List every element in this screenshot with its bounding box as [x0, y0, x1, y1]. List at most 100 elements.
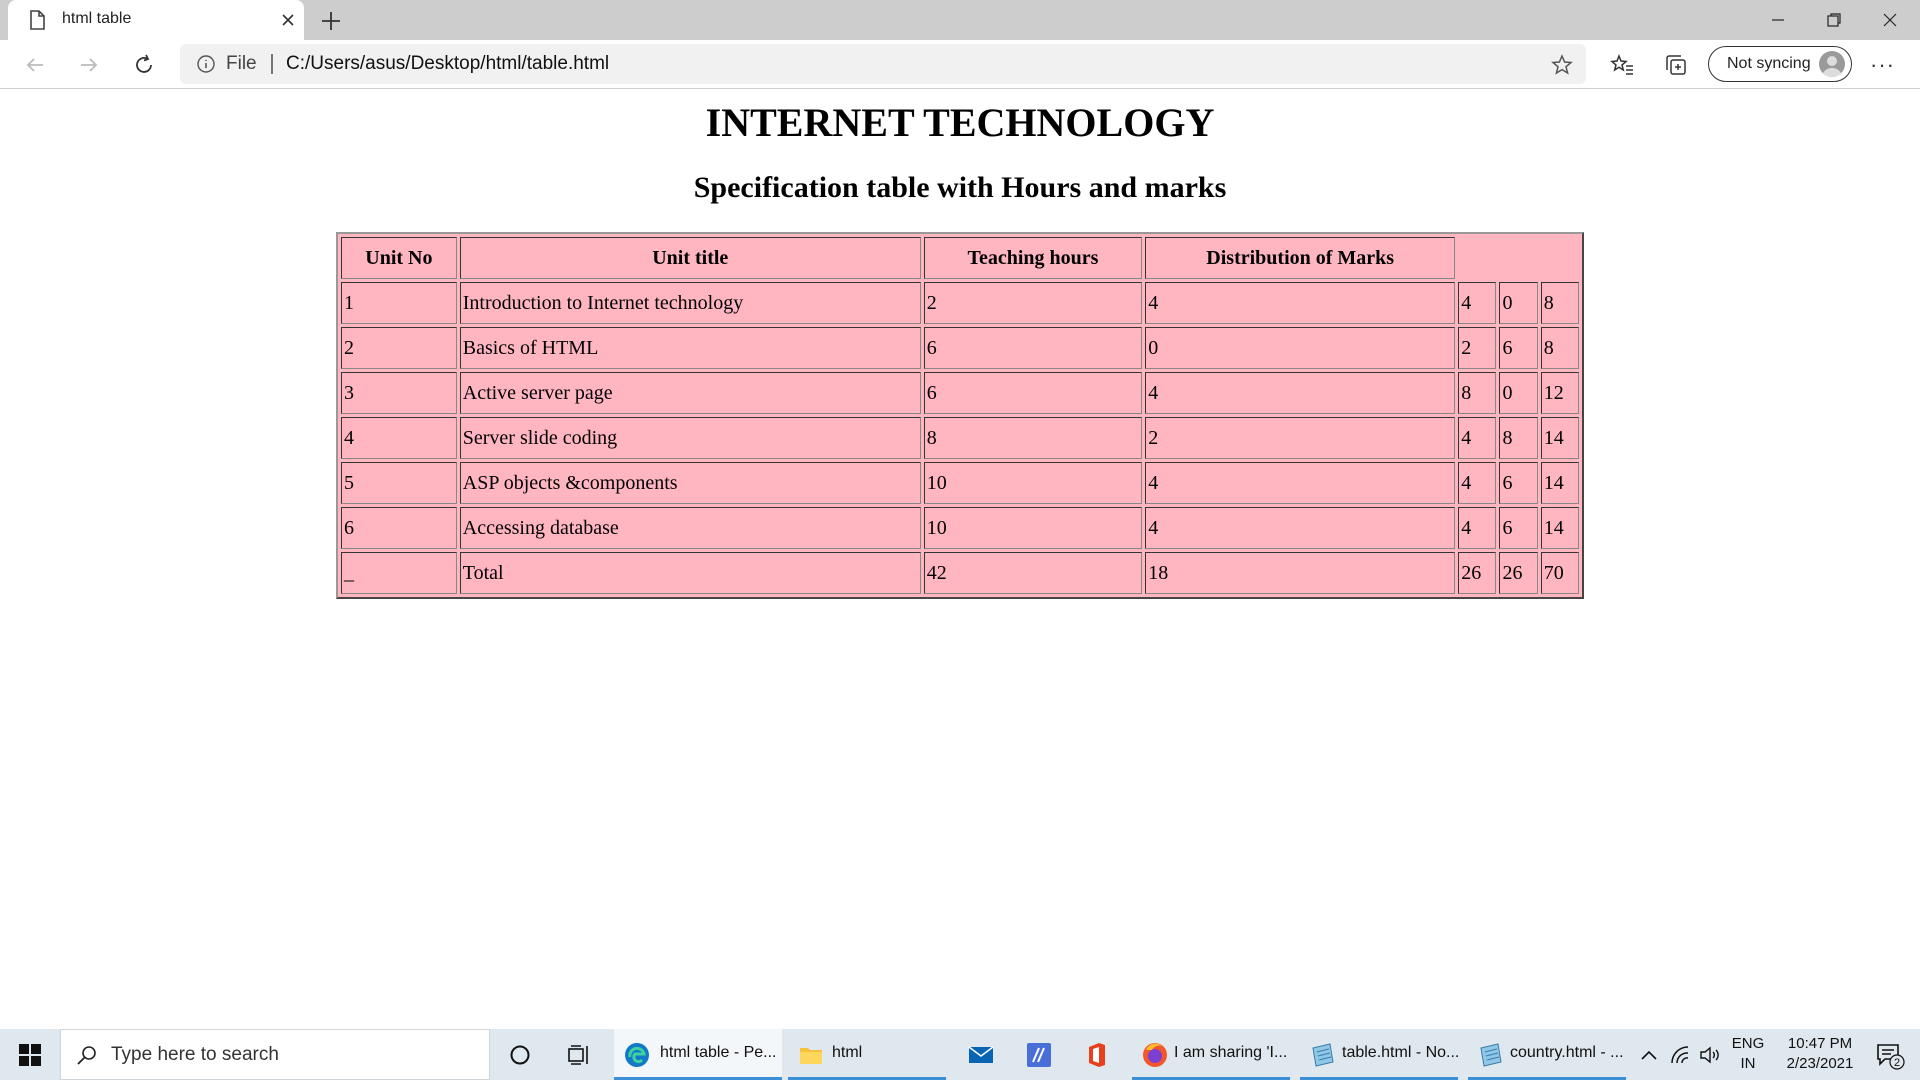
taskbar-app-office[interactable] — [1074, 1029, 1120, 1080]
table-cell: 8 — [1499, 417, 1538, 459]
table-cell: 14 — [1540, 417, 1579, 459]
table-cell: Basics of HTML — [459, 327, 921, 369]
taskbar-app-edge[interactable]: html table - Pe... — [614, 1029, 782, 1080]
notepad-icon — [1480, 1043, 1502, 1067]
clock[interactable]: 10:47 PM 2/23/2021 — [1772, 1035, 1868, 1072]
table-cell: 8 — [1540, 327, 1579, 369]
header-teaching-hours: Teaching hours — [923, 237, 1143, 279]
favorites-button[interactable] — [1607, 50, 1637, 80]
forward-arrow-icon — [81, 58, 98, 72]
cortana-button[interactable] — [500, 1029, 540, 1080]
table-row: 3 Active server page 6 4 8 0 12 — [341, 372, 1579, 414]
taskbar-search-box[interactable]: Type here to search — [60, 1029, 490, 1080]
table-cell: 3 — [341, 372, 457, 414]
page-title: INTERNET TECHNOLOGY — [705, 100, 1215, 145]
speaker-icon — [1700, 1046, 1719, 1063]
table-cell: 70 — [1540, 552, 1579, 594]
close-icon — [1883, 13, 1897, 27]
clock-date: 2/23/2021 — [1786, 1055, 1854, 1072]
table-cell: 5 — [341, 462, 457, 504]
app-icon — [1027, 1043, 1051, 1067]
address-bar[interactable]: File C:/Users/asus/Desktop/html/table.ht… — [180, 44, 1586, 84]
table-cell: 4 — [1145, 372, 1456, 414]
browser-toolbar: File C:/Users/asus/Desktop/html/table.ht… — [0, 40, 1920, 89]
table-cell: 6 — [1499, 327, 1538, 369]
table-cell: 1 — [341, 282, 457, 324]
show-hidden-icons-button[interactable] — [1636, 1029, 1662, 1080]
url-text[interactable]: C:/Users/asus/Desktop/html/table.html — [286, 53, 609, 75]
table-cell: 4 — [1458, 282, 1497, 324]
restore-button[interactable] — [1806, 0, 1862, 40]
taskbar-app-notepad-table[interactable]: table.html - No... — [1300, 1029, 1459, 1080]
table-cell: 4 — [1458, 417, 1497, 459]
close-tab-icon[interactable] — [276, 8, 300, 32]
task-view-button[interactable] — [560, 1029, 600, 1080]
tab-title: html table — [62, 10, 132, 27]
taskbar-app-pinned[interactable] — [1016, 1029, 1062, 1080]
browser-tab[interactable]: html table — [8, 0, 304, 40]
new-tab-icon[interactable] — [316, 6, 346, 36]
clock-time: 10:47 PM — [1787, 1035, 1853, 1052]
table-cell: 6 — [923, 327, 1143, 369]
office-icon — [1089, 1043, 1105, 1067]
info-icon[interactable] — [196, 54, 216, 74]
windows-icon — [19, 1043, 41, 1066]
taskbar-app-explorer[interactable]: html — [788, 1029, 946, 1080]
taskbar-app-notepad-country[interactable]: country.html - ... — [1468, 1029, 1626, 1080]
web-page: INTERNET TECHNOLOGY Specification table … — [0, 89, 1920, 1029]
profile-icon — [1822, 56, 1842, 77]
header-unit-no: Unit No — [341, 237, 457, 279]
header-unit-title: Unit title — [459, 237, 921, 279]
table-cell: 18 — [1145, 552, 1456, 594]
page-subtitle: Specification table with Hours and marks — [693, 171, 1227, 204]
table-header-row: Unit No Unit title Teaching hours Distri… — [341, 237, 1579, 279]
refresh-icon — [136, 54, 152, 73]
table-cell: 6 — [341, 507, 457, 549]
volume-button[interactable] — [1696, 1029, 1724, 1080]
region-code: IN — [1740, 1055, 1756, 1072]
minimize-button[interactable] — [1750, 0, 1806, 40]
table-cell: 0 — [1499, 282, 1538, 324]
cortana-icon — [510, 1045, 530, 1064]
taskbar-app-label: html — [832, 1044, 863, 1061]
table-cell: 14 — [1540, 462, 1579, 504]
table-cell: Introduction to Internet technology — [459, 282, 921, 324]
page-icon — [30, 10, 45, 30]
table-cell: Server slide coding — [459, 417, 921, 459]
taskbar-app-mail[interactable] — [958, 1029, 1004, 1080]
notification-center-button[interactable]: 2 — [1868, 1029, 1912, 1080]
table-cell: 6 — [1499, 462, 1538, 504]
language-indicator[interactable]: ENG IN — [1728, 1035, 1768, 1072]
profile-sync-button[interactable]: Not syncing — [1708, 46, 1852, 82]
table-row: 2 Basics of HTML 6 0 2 6 8 — [341, 327, 1579, 369]
notification-icon: 2 — [1877, 1043, 1905, 1070]
start-button[interactable] — [0, 1029, 60, 1080]
taskbar-app-firefox[interactable]: I am sharing 'I... — [1132, 1029, 1290, 1080]
table-cell: 6 — [1499, 507, 1538, 549]
table-cell: 8 — [1540, 282, 1579, 324]
table-cell: 0 — [1499, 372, 1538, 414]
table-cell: 4 — [1145, 507, 1456, 549]
refresh-button[interactable] — [127, 48, 161, 82]
table-cell: 14 — [1540, 507, 1579, 549]
table-cell: 2 — [1458, 327, 1497, 369]
table-cell: _ — [341, 552, 457, 594]
table-cell: 0 — [1145, 327, 1456, 369]
minimize-icon — [1772, 19, 1784, 21]
back-button[interactable] — [18, 48, 52, 82]
close-window-button[interactable] — [1862, 0, 1918, 40]
header-empty — [1458, 237, 1579, 279]
table-cell: 26 — [1499, 552, 1538, 594]
more-options-icon[interactable]: ··· — [1870, 52, 1900, 77]
language-code: ENG — [1731, 1035, 1765, 1052]
table-cell: 12 — [1540, 372, 1579, 414]
favorite-star-icon[interactable] — [1550, 53, 1574, 77]
table-cell: 2 — [341, 327, 457, 369]
forward-button[interactable] — [72, 48, 106, 82]
table-row: 4 Server slide coding 8 2 4 8 14 — [341, 417, 1579, 459]
network-button[interactable] — [1666, 1029, 1694, 1080]
table-total-row: _ Total 42 18 26 26 70 — [341, 552, 1579, 594]
wifi-icon — [1671, 1045, 1689, 1063]
edge-icon — [625, 1043, 649, 1067]
collections-button[interactable] — [1661, 50, 1691, 80]
